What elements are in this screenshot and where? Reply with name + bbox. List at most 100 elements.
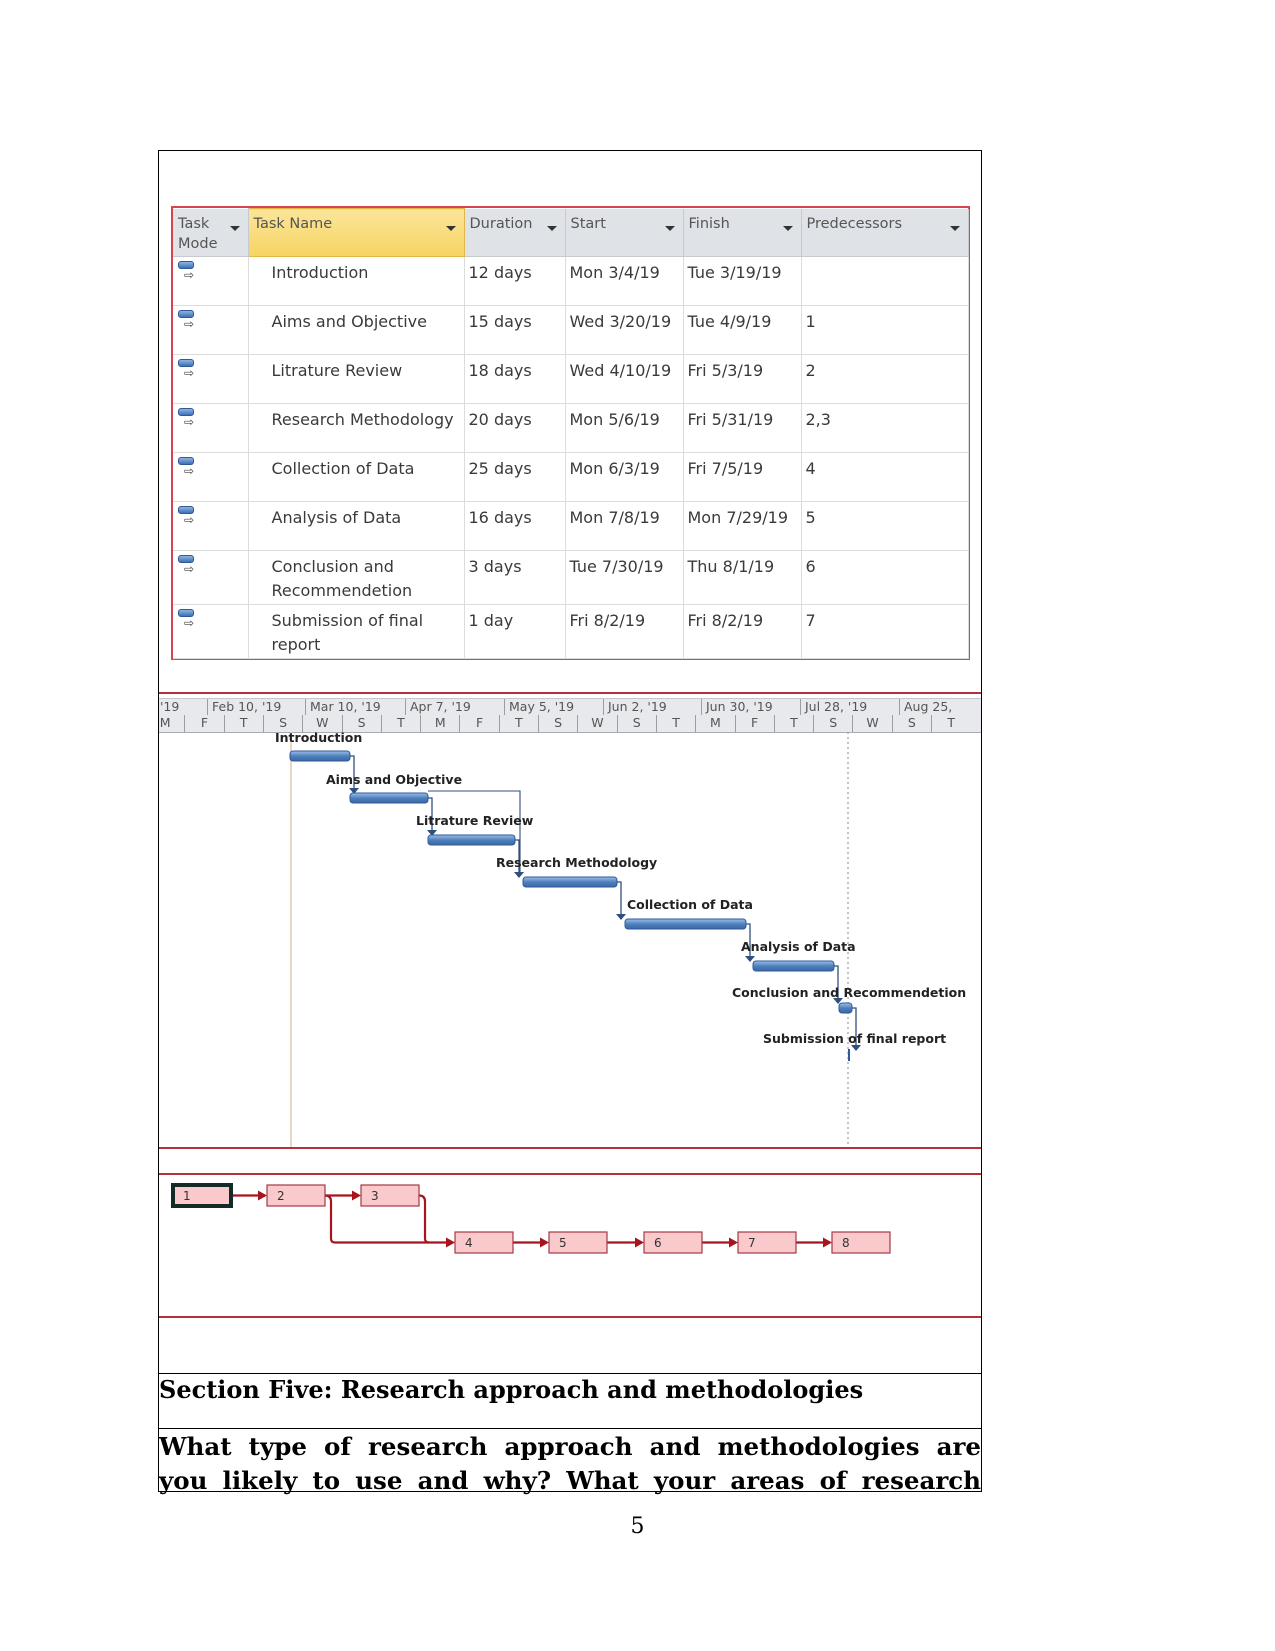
auto-scheduled-task-icon: ⇨ [177,607,197,629]
task-name-cell[interactable]: Research Methodology [248,403,465,453]
start-cell[interactable]: Fri 8/2/19 [565,604,684,659]
table-row[interactable]: ⇨ Collection of Data 25 days Mon 6/3/19 Fri … [173,452,969,502]
network-node[interactable]: 5 [548,1231,608,1254]
finish-cell[interactable]: Tue 4/9/19 [683,305,802,355]
task-name-cell[interactable]: Litrature Review [248,354,465,404]
network-node-box [548,1231,608,1254]
table-row[interactable]: ⇨ Litrature Review 18 days Wed 4/10/19 Fri 5… [173,354,969,404]
table-row[interactable]: ⇨ Introduction 12 days Mon 3/4/19 Tue 3/19/1… [173,256,969,306]
finish-cell[interactable]: Fri 7/5/19 [683,452,802,502]
column-header-start[interactable]: Start [565,208,684,257]
network-node-label: 8 [842,1236,850,1250]
link-arrow-icon [729,1237,738,1248]
column-header-finish[interactable]: Finish [683,208,802,257]
task-name-cell[interactable]: Conclusion and Recommendetion [248,550,465,605]
question-line: you likely to use and why? What your are… [159,1466,981,1495]
duration-cell[interactable]: 18 days [464,354,566,404]
gantt-bar [624,918,747,930]
duration-cell[interactable]: 12 days [464,256,566,306]
table-row[interactable]: ⇨ Submission of final report 1 day Fri 8/2/… [173,604,969,659]
task-mode-cell[interactable]: ⇨ [173,305,249,355]
predecessors-cell[interactable]: 4 [801,452,969,502]
start-cell[interactable]: Mon 7/8/19 [565,501,684,551]
predecessors-cell[interactable]: 2 [801,354,969,404]
link-arrow-icon [258,1190,267,1201]
predecessors-cell[interactable]: 6 [801,550,969,605]
network-node[interactable]: 7 [737,1231,797,1254]
network-node[interactable]: 4 [454,1231,514,1254]
finish-cell[interactable]: Mon 7/29/19 [683,501,802,551]
column-header-task-mode[interactable]: Task Mode [173,208,249,257]
network-node[interactable]: 2 [266,1184,326,1207]
table-row[interactable]: ⇨ Analysis of Data 16 days Mon 7/8/19 Mon 7/… [173,501,969,551]
start-cell[interactable]: Wed 3/20/19 [565,305,684,355]
dropdown-arrow-icon[interactable] [229,225,240,231]
finish-cell[interactable]: Fri 5/31/19 [683,403,802,453]
task-name-cell[interactable]: Analysis of Data [248,501,465,551]
network-node-label: 5 [559,1236,567,1250]
task-mode-cell[interactable]: ⇨ [173,403,249,453]
table-row[interactable]: ⇨ Conclusion and Recommendetion 3 days Tue … [173,550,969,605]
task-name-cell[interactable]: Collection of Data [248,452,465,502]
link-arrow-icon [514,872,524,878]
start-cell[interactable]: Mon 3/4/19 [565,256,684,306]
task-mode-cell[interactable]: ⇨ [173,452,249,502]
task-mode-cell[interactable]: ⇨ [173,550,249,605]
start-cell[interactable]: Tue 7/30/19 [565,550,684,605]
dropdown-arrow-icon[interactable] [445,226,456,231]
network-drawing: 1 2 3 4 5 6 7 8 [171,1183,891,1254]
network-node[interactable]: 3 [360,1184,420,1207]
start-cell[interactable]: Mon 5/6/19 [565,403,684,453]
network-node[interactable]: 6 [643,1231,703,1254]
dropdown-arrow-icon[interactable] [949,225,960,231]
duration-cell[interactable]: 25 days [464,452,566,502]
duration-cell[interactable]: 20 days [464,403,566,453]
table-row[interactable]: ⇨ Aims and Objective 15 days Wed 3/20/19 Tue… [173,305,969,355]
duration-cell[interactable]: 15 days [464,305,566,355]
task-name-cell[interactable]: Aims and Objective [248,305,465,355]
network-node-label: 6 [654,1236,662,1250]
duration-cell[interactable]: 3 days [464,550,566,605]
network-node[interactable]: 8 [831,1231,891,1254]
duration-cell[interactable]: 16 days [464,501,566,551]
dropdown-arrow-icon[interactable] [782,225,793,231]
finish-cell[interactable]: Tue 3/19/19 [683,256,802,306]
start-cell[interactable]: Wed 4/10/19 [565,354,684,404]
task-mode-cell[interactable]: ⇨ [173,256,249,306]
table-row[interactable]: ⇨ Research Methodology 20 days Mon 5/6/19 Fr… [173,403,969,453]
dropdown-arrow-icon[interactable] [664,225,675,231]
task-mode-cell[interactable]: ⇨ [173,604,249,659]
finish-cell[interactable]: Fri 8/2/19 [683,604,802,659]
start-cell[interactable]: Mon 6/3/19 [565,452,684,502]
predecessors-cell[interactable]: 7 [801,604,969,659]
predecessors-cell[interactable]: 2,3 [801,403,969,453]
column-header-duration[interactable]: Duration [464,208,566,257]
project-task-table: Task Mode Task Name Duration Start Finis… [171,206,970,660]
dropdown-arrow-icon[interactable] [546,225,557,231]
link-arrow-icon [635,1237,644,1248]
column-header-predecessors[interactable]: Predecessors [801,208,969,257]
predecessors-cell[interactable]: 5 [801,501,969,551]
network-node-label: 7 [748,1236,756,1250]
gantt-bar [289,750,351,762]
gantt-bar [838,1002,853,1014]
task-mode-cell[interactable]: ⇨ [173,501,249,551]
duration-cell[interactable]: 1 day [464,604,566,659]
gantt-bar-label: Introduction [275,730,362,745]
predecessors-cell[interactable] [801,256,969,306]
task-name-cell[interactable]: Submission of final report [248,604,465,659]
column-header-task-name[interactable]: Task Name [247,208,465,257]
task-name-cell[interactable]: Introduction [248,256,465,306]
link-arrow-icon [745,956,755,962]
finish-cell[interactable]: Fri 5/3/19 [683,354,802,404]
auto-scheduled-task-icon: ⇨ [177,406,197,428]
network-node-box [643,1231,703,1254]
link-arrow-icon [540,1237,549,1248]
section-heading: Section Five: Research approach and meth… [159,1375,864,1404]
finish-cell[interactable]: Thu 8/1/19 [683,550,802,605]
network-node-label: 2 [277,1189,285,1203]
section-question: What type of research approach and metho… [159,1430,981,1498]
predecessors-cell[interactable]: 1 [801,305,969,355]
network-node[interactable]: 1 [171,1183,233,1208]
task-mode-cell[interactable]: ⇨ [173,354,249,404]
